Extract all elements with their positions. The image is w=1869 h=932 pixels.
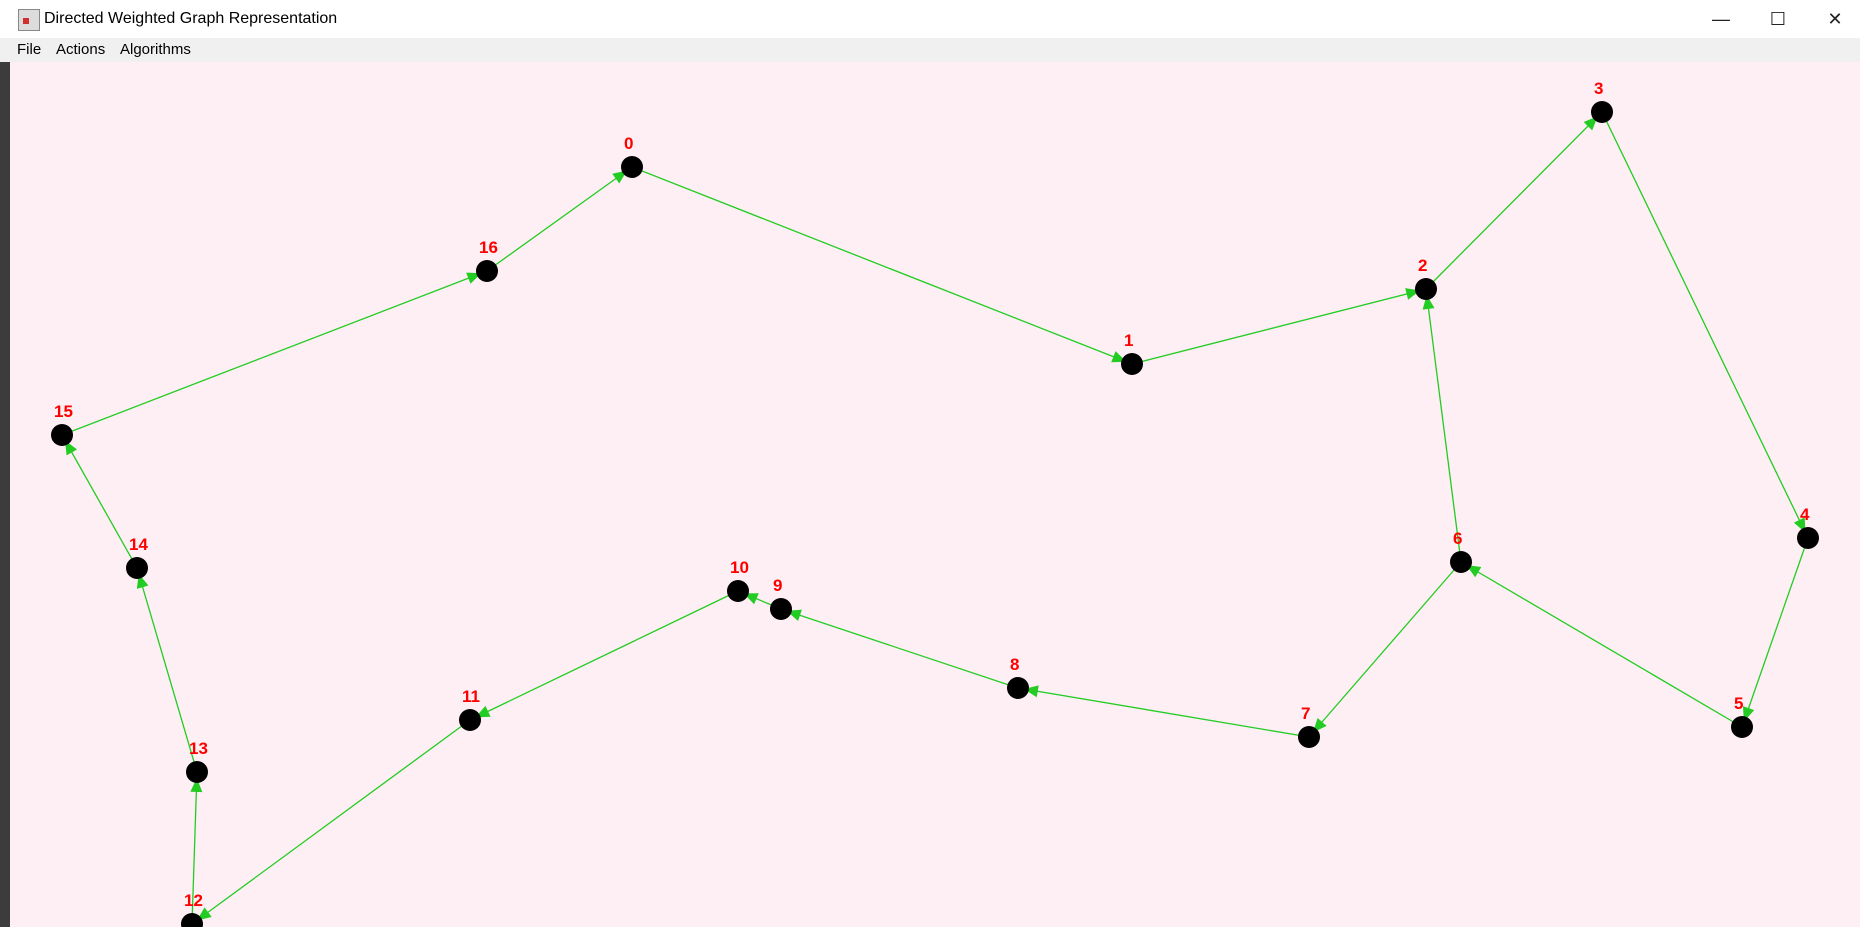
node-label-2: 2 [1418,256,1427,275]
title-bar: Directed Weighted Graph Representation —… [0,0,1869,39]
node-label-16: 16 [479,238,498,257]
window-title: Directed Weighted Graph Representation [44,10,338,27]
edge-1-2 [1131,288,1427,365]
graph-node-9[interactable] [770,598,792,620]
node-label-13: 13 [189,739,208,758]
node-label-0: 0 [624,134,633,153]
graph-node-11[interactable] [459,709,481,731]
node-label-1: 1 [1124,331,1133,350]
graph-node-16[interactable] [476,260,498,282]
edge-15-16 [61,270,488,436]
minimize-button[interactable]: — [1692,0,1750,38]
node-label-10: 10 [730,558,749,577]
node-label-5: 5 [1734,694,1743,713]
graph-node-2[interactable] [1415,278,1437,300]
app-icon [18,9,40,31]
edge-6-7 [1308,561,1462,738]
edge-10-11 [469,590,739,721]
graph-node-12[interactable] [181,913,203,932]
node-label-9: 9 [773,576,782,595]
edge-7-8 [1017,687,1310,738]
node-label-11: 11 [462,687,480,706]
menu-file[interactable]: File [17,41,41,58]
graph-node-4[interactable] [1797,527,1819,549]
menu-algorithms[interactable]: Algorithms [120,41,191,58]
graph-node-7[interactable] [1298,726,1320,748]
menu-actions[interactable]: Actions [56,41,105,58]
edge-8-9 [780,608,1019,689]
edge-14-15 [61,434,138,569]
node-label-4: 4 [1800,505,1810,524]
graph-node-13[interactable] [186,761,208,783]
menu-bar: File Actions Algorithms [0,38,1869,62]
edge-11-12 [191,719,471,925]
edge-0-1 [631,166,1133,365]
node-label-15: 15 [54,402,73,421]
graph-node-0[interactable] [621,156,643,178]
graph-node-14[interactable] [126,557,148,579]
graph-node-3[interactable] [1591,101,1613,123]
node-label-6: 6 [1453,529,1462,548]
graph-canvas[interactable]: 0 1 2 3 4 5 6 7 8 9 10 11 12 13 14 15 16 [10,62,1860,932]
graph-node-1[interactable] [1121,353,1143,375]
close-button[interactable]: ✕ [1806,0,1864,38]
graph-drawing: 012345678910111213141516 [51,79,1819,932]
edge-6-2 [1425,288,1462,563]
graph-node-5[interactable] [1731,716,1753,738]
edge-2-3 [1425,111,1603,290]
graph-node-10[interactable] [727,580,749,602]
node-label-7: 7 [1301,704,1310,723]
edge-13-14 [136,567,198,773]
node-label-14: 14 [129,535,148,554]
edge-5-6 [1460,561,1743,728]
graph-node-15[interactable] [51,424,73,446]
graph-node-6[interactable] [1450,551,1472,573]
edge-16-0 [486,166,633,272]
maximize-button[interactable]: ☐ [1749,0,1807,38]
node-label-3: 3 [1594,79,1603,98]
node-label-12: 12 [184,891,203,910]
edge-4-5 [1741,537,1809,728]
window-left-edge [0,38,10,927]
graph-node-8[interactable] [1007,677,1029,699]
window-right-edge [1860,0,1869,927]
edge-3-4 [1601,111,1809,539]
node-label-8: 8 [1010,655,1019,674]
